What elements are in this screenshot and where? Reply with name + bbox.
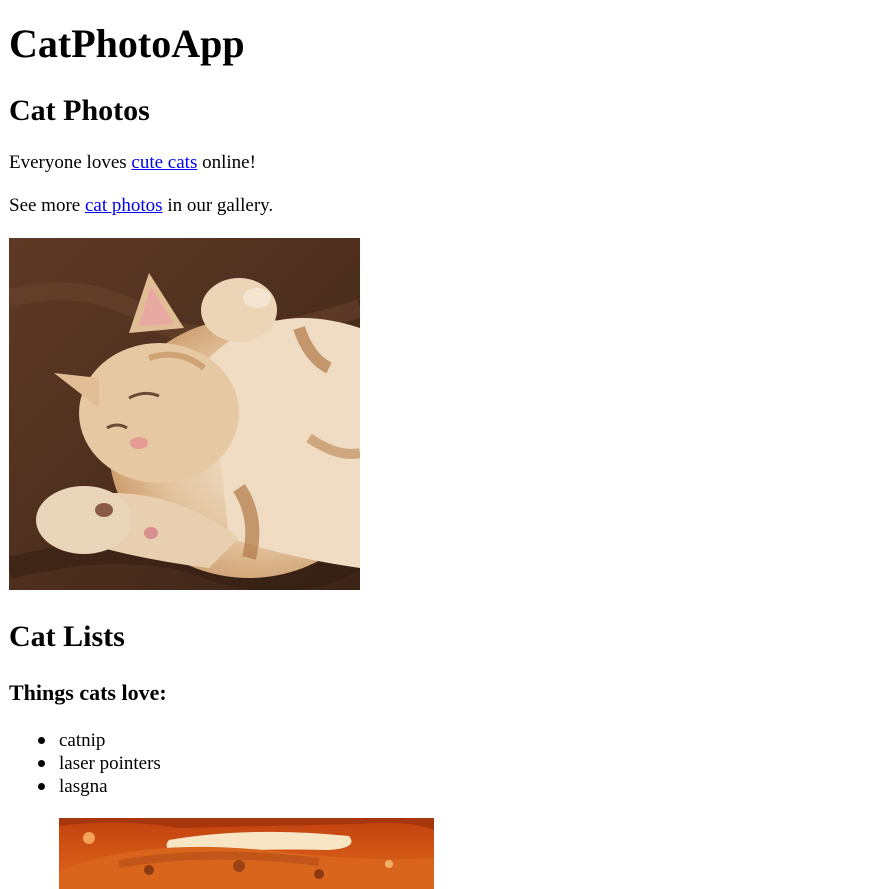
- cute-cats-link[interactable]: cute cats: [131, 152, 197, 173]
- list-item: lasgna: [38, 775, 161, 798]
- intro-paragraph: Everyone loves cute cats online!: [9, 152, 256, 173]
- things-cats-love-heading: Things cats love:: [9, 680, 167, 705]
- page-title: CatPhotoApp: [9, 21, 245, 66]
- cat-photos-link[interactable]: cat photos: [85, 195, 163, 216]
- cat-photos-heading: Cat Photos: [9, 94, 150, 127]
- things-cats-love-list: catnip laser pointers lasgna: [38, 729, 161, 798]
- cat-lists-heading: Cat Lists: [9, 620, 125, 653]
- list-item: catnip: [38, 729, 161, 752]
- sleeping-cat-image[interactable]: [9, 238, 360, 590]
- gallery-paragraph: See more cat photos in our gallery.: [9, 195, 274, 216]
- bullet-icon: [38, 737, 45, 744]
- bullet-icon: [38, 783, 45, 790]
- bullet-icon: [38, 760, 45, 767]
- lasagna-image[interactable]: [59, 818, 434, 889]
- page: CatPhotoApp Cat Photos Everyone loves cu…: [0, 0, 889, 889]
- list-item: laser pointers: [38, 752, 161, 775]
